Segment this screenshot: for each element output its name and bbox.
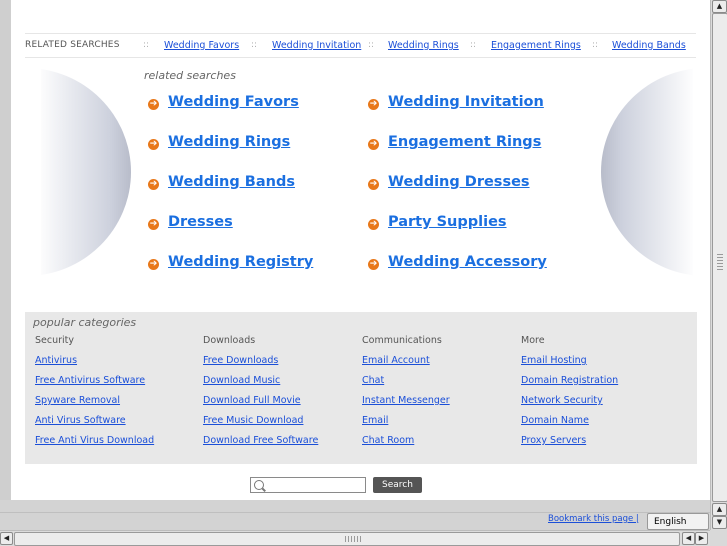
arrow-circle-icon: ➔ (368, 139, 379, 150)
divider (0, 512, 710, 513)
separator: :: (143, 40, 150, 50)
category-link[interactable]: Download Music (203, 375, 280, 386)
separator: :: (251, 40, 258, 50)
arrow-circle-icon: ➔ (148, 179, 159, 190)
category-link[interactable]: Download Free Software (203, 435, 318, 446)
category-link[interactable]: Email Hosting (521, 355, 587, 366)
bar-link-engagement-rings[interactable]: Engagement Rings (491, 40, 581, 51)
category-heading-more: More (521, 335, 545, 346)
scroll-left-icon[interactable]: ◀ (682, 532, 695, 545)
link-engagement-rings[interactable]: Engagement Rings (388, 134, 541, 150)
magnifier-icon (254, 480, 264, 490)
popular-categories-panel: popular categories Security Antivirus Fr… (25, 312, 697, 464)
category-link[interactable]: Chat Room (362, 435, 414, 446)
separator: :: (470, 40, 477, 50)
bar-link-wedding-invitation[interactable]: Wedding Invitation (272, 40, 361, 51)
category-link[interactable]: Free Music Download (203, 415, 303, 426)
link-wedding-accessory[interactable]: Wedding Accessory (388, 254, 547, 270)
category-heading-downloads: Downloads (203, 335, 256, 346)
link-wedding-dresses[interactable]: Wedding Dresses (388, 174, 530, 190)
link-wedding-registry[interactable]: Wedding Registry (168, 254, 313, 270)
language-selector[interactable]: English (647, 513, 709, 530)
arrow-circle-icon: ➔ (148, 259, 159, 270)
category-link[interactable]: Instant Messenger (362, 395, 450, 406)
bookmark-link[interactable]: Bookmark this page | (548, 514, 639, 524)
link-dresses[interactable]: Dresses (168, 214, 233, 230)
arrow-circle-icon: ➔ (368, 179, 379, 190)
separator: :: (592, 40, 599, 50)
page-content: RELATED SEARCHES :: Wedding Favors :: We… (11, 0, 710, 500)
vertical-scrollbar[interactable]: ▲ ▲ ▼ (710, 0, 727, 530)
related-searches-bar-title: RELATED SEARCHES (25, 40, 120, 50)
arrow-circle-icon: ➔ (148, 99, 159, 110)
category-link[interactable]: Domain Name (521, 415, 589, 426)
scroll-left-icon[interactable]: ◀ (0, 532, 13, 545)
category-link[interactable]: Chat (362, 375, 384, 386)
horizontal-scroll-thumb[interactable] (14, 532, 680, 546)
popular-categories-title: popular categories (33, 316, 137, 329)
category-heading-communications: Communications (362, 335, 442, 346)
arrow-circle-icon: ➔ (368, 219, 379, 230)
bar-link-wedding-bands[interactable]: Wedding Bands (612, 40, 686, 51)
grip-icon (717, 254, 723, 270)
bar-link-wedding-rings[interactable]: Wedding Rings (388, 40, 459, 51)
scroll-down-icon[interactable]: ▼ (712, 516, 727, 529)
category-link[interactable]: Email (362, 415, 388, 426)
category-link[interactable]: Proxy Servers (521, 435, 586, 446)
category-link[interactable]: Antivirus (35, 355, 77, 366)
link-wedding-rings[interactable]: Wedding Rings (168, 134, 290, 150)
category-link[interactable]: Network Security (521, 395, 603, 406)
bar-link-wedding-favors[interactable]: Wedding Favors (164, 40, 239, 51)
category-link[interactable]: Anti Virus Software (35, 415, 126, 426)
horizontal-scrollbar[interactable]: ◀ ◀ ▶ (0, 530, 710, 546)
vertical-scroll-thumb[interactable] (712, 13, 727, 502)
divider (25, 33, 696, 34)
category-heading-security: Security (35, 335, 75, 346)
decorative-shape-left (41, 68, 133, 276)
category-link[interactable]: Spyware Removal (35, 395, 120, 406)
link-party-supplies[interactable]: Party Supplies (388, 214, 507, 230)
scroll-right-icon[interactable]: ▶ (695, 532, 708, 545)
left-gutter (0, 0, 11, 500)
grip-icon (345, 536, 361, 542)
arrow-circle-icon: ➔ (368, 99, 379, 110)
category-link[interactable]: Domain Registration (521, 375, 618, 386)
link-wedding-favors[interactable]: Wedding Favors (168, 94, 299, 110)
arrow-circle-icon: ➔ (368, 259, 379, 270)
link-wedding-bands[interactable]: Wedding Bands (168, 174, 295, 190)
category-link[interactable]: Free Anti Virus Download (35, 435, 154, 446)
category-link[interactable]: Download Full Movie (203, 395, 301, 406)
category-link[interactable]: Email Account (362, 355, 430, 366)
search-field[interactable] (250, 477, 367, 493)
related-searches-heading: related searches (144, 69, 236, 82)
arrow-circle-icon: ➔ (148, 139, 159, 150)
search-input[interactable] (267, 479, 367, 493)
scroll-up-icon[interactable]: ▲ (712, 0, 727, 13)
arrow-circle-icon: ➔ (148, 219, 159, 230)
scroll-up-icon[interactable]: ▲ (712, 503, 727, 516)
separator: :: (368, 40, 375, 50)
search-button[interactable]: Search (373, 477, 422, 493)
link-wedding-invitation[interactable]: Wedding Invitation (388, 94, 544, 110)
divider (25, 57, 696, 58)
decorative-shape-right (601, 68, 693, 276)
category-link[interactable]: Free Downloads (203, 355, 278, 366)
category-link[interactable]: Free Antivirus Software (35, 375, 145, 386)
